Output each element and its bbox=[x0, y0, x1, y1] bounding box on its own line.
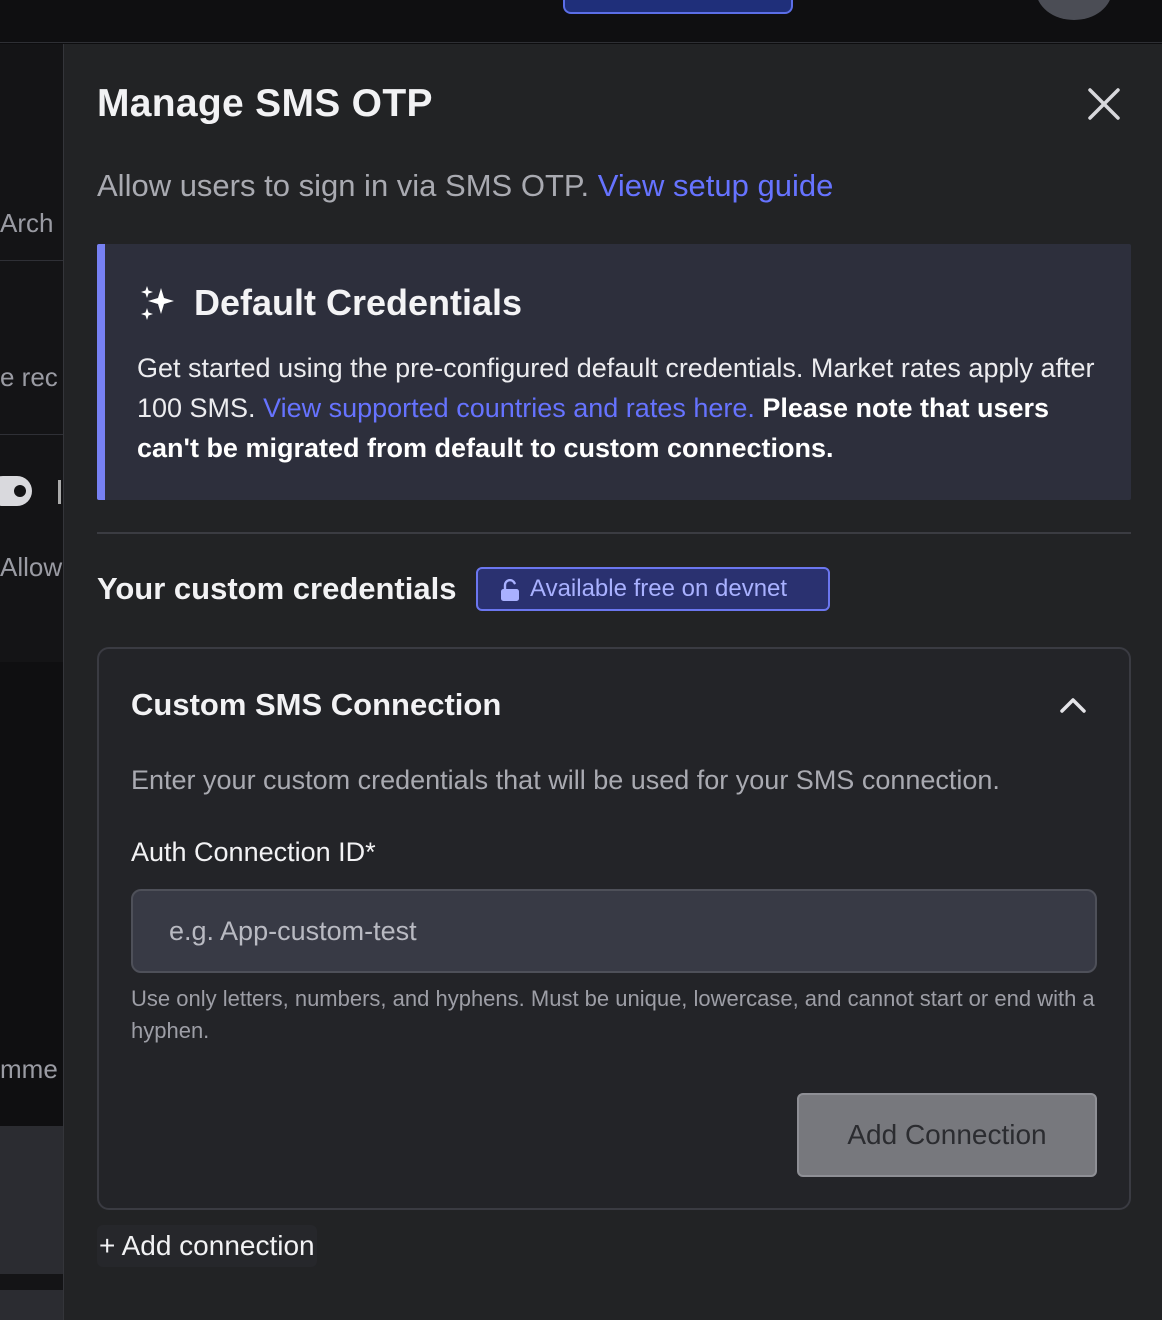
top-bar bbox=[0, 0, 1162, 43]
default-credentials-callout: Default Credentials Get started using th… bbox=[97, 244, 1131, 500]
panel-title: Manage SMS OTP bbox=[97, 82, 433, 125]
toggle-switch[interactable] bbox=[0, 476, 32, 506]
default-credentials-text: Get started using the pre-configured def… bbox=[137, 348, 1097, 468]
background-text: Arch bbox=[0, 208, 54, 238]
background-text: e rec bbox=[0, 362, 58, 392]
field-help-text: Use only letters, numbers, and hyphens. … bbox=[131, 986, 1095, 1043]
custom-sms-connection-card: Custom SMS Connection Enter your custom … bbox=[97, 647, 1131, 1210]
add-connection-link[interactable]: + Add connection bbox=[97, 1225, 317, 1267]
unlock-icon bbox=[501, 579, 519, 601]
close-icon[interactable] bbox=[1086, 86, 1122, 122]
top-bar-button[interactable] bbox=[563, 0, 793, 14]
add-connection-button[interactable]: Add Connection bbox=[797, 1093, 1097, 1177]
avatar[interactable] bbox=[1036, 0, 1112, 20]
manage-sms-otp-panel: Manage SMS OTP Allow users to sign in vi… bbox=[63, 44, 1162, 1320]
auth-connection-id-label: Auth Connection ID* bbox=[131, 837, 376, 867]
panel-subtitle: Allow users to sign in via SMS OTP. View… bbox=[97, 168, 833, 204]
chevron-up-icon[interactable] bbox=[1057, 693, 1089, 717]
supported-countries-link[interactable]: View supported countries and rates here. bbox=[263, 393, 755, 423]
devnet-badge: Available free on devnet bbox=[476, 567, 830, 611]
auth-connection-id-input[interactable] bbox=[131, 889, 1097, 973]
card-title: Custom SMS Connection bbox=[131, 687, 502, 722]
section-divider bbox=[97, 532, 1131, 534]
text-cursor bbox=[58, 480, 61, 504]
background-text: Allow bbox=[0, 552, 63, 582]
background-section bbox=[0, 1290, 63, 1320]
subtitle-text: Allow users to sign in via SMS OTP. bbox=[97, 168, 590, 203]
sparkles-icon bbox=[141, 286, 174, 320]
divider bbox=[0, 434, 63, 435]
background-page: Arch e rec Allow mme bbox=[0, 44, 63, 1320]
background-text: mme bbox=[0, 1054, 58, 1084]
divider bbox=[0, 260, 63, 261]
custom-credentials-title: Your custom credentials bbox=[97, 571, 457, 606]
badge-label: Available free on devnet bbox=[530, 575, 788, 602]
default-credentials-title: Default Credentials bbox=[194, 282, 523, 323]
background-section bbox=[0, 1126, 63, 1274]
card-description: Enter your custom credentials that will … bbox=[131, 765, 1000, 795]
setup-guide-link[interactable]: View setup guide bbox=[598, 168, 834, 203]
